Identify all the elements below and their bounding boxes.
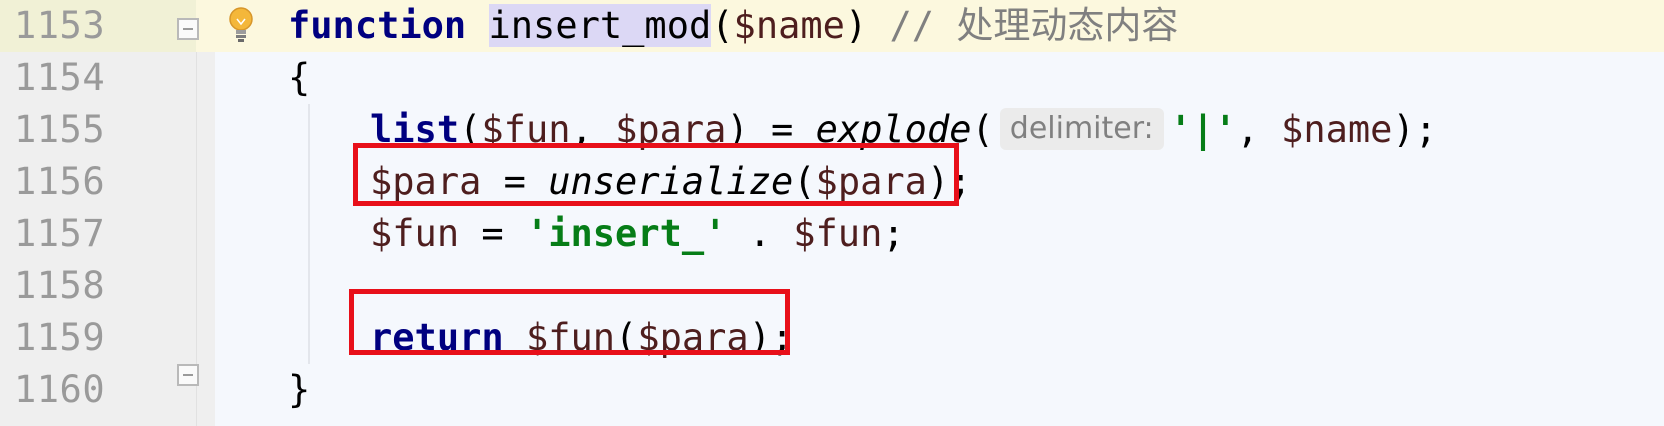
indent-guide: [308, 104, 310, 364]
paren-open: (: [971, 108, 994, 151]
string-literal: '|': [1169, 108, 1237, 151]
highlight-box-unserialize: [353, 143, 959, 206]
line-number: 1157: [14, 212, 106, 255]
code-text[interactable]: }: [288, 364, 310, 416]
line-number: 1153: [14, 4, 106, 47]
function-name: insert_mod: [488, 4, 712, 47]
code-comment: // 处理动态内容: [889, 4, 1179, 47]
variable-fun: $fun: [793, 212, 883, 255]
variable-name: $name: [1281, 108, 1393, 151]
param-name: $name: [733, 4, 845, 47]
fold-marker-icon[interactable]: [177, 364, 199, 386]
line-number: 1158: [14, 264, 106, 307]
variable-fun: $fun: [370, 212, 460, 255]
line-number: 1155: [14, 108, 106, 151]
code-text[interactable]: function insert_mod($name) // 处理动态内容: [288, 0, 1178, 52]
code-line-1158[interactable]: 1158: [0, 260, 1664, 312]
assign-op: =: [459, 212, 526, 255]
highlight-box-return: [349, 289, 790, 355]
code-text[interactable]: {: [288, 52, 310, 104]
line-number: 1160: [14, 368, 106, 411]
code-text[interactable]: $fun = 'insert_' . $fun;: [370, 208, 905, 260]
code-line-1159[interactable]: 1159 return $fun($para);: [0, 312, 1664, 364]
code-line-1160[interactable]: 1160 }: [0, 364, 1664, 416]
parameter-hint: delimiter:: [999, 107, 1164, 150]
statement-end: );: [1392, 108, 1437, 151]
fold-marker-icon[interactable]: [177, 18, 199, 40]
string-literal: 'insert_': [525, 212, 727, 255]
statement-end: ;: [882, 212, 905, 255]
keyword-function: function: [288, 4, 467, 47]
comma: ,: [1236, 108, 1282, 151]
line-number: 1154: [14, 56, 106, 99]
concat-op: .: [726, 212, 794, 255]
paren-close: ): [844, 4, 868, 47]
lightbulb-icon[interactable]: [228, 6, 254, 46]
paren-open: (: [711, 4, 734, 47]
code-line-1157[interactable]: 1157 $fun = 'insert_' . $fun;: [0, 208, 1664, 260]
code-line-1154[interactable]: 1154 {: [0, 52, 1664, 104]
line-number: 1156: [14, 160, 106, 203]
code-editor[interactable]: 1153 function insert_mod($name) // 处理动态内…: [0, 0, 1664, 426]
line-number: 1159: [14, 316, 106, 359]
